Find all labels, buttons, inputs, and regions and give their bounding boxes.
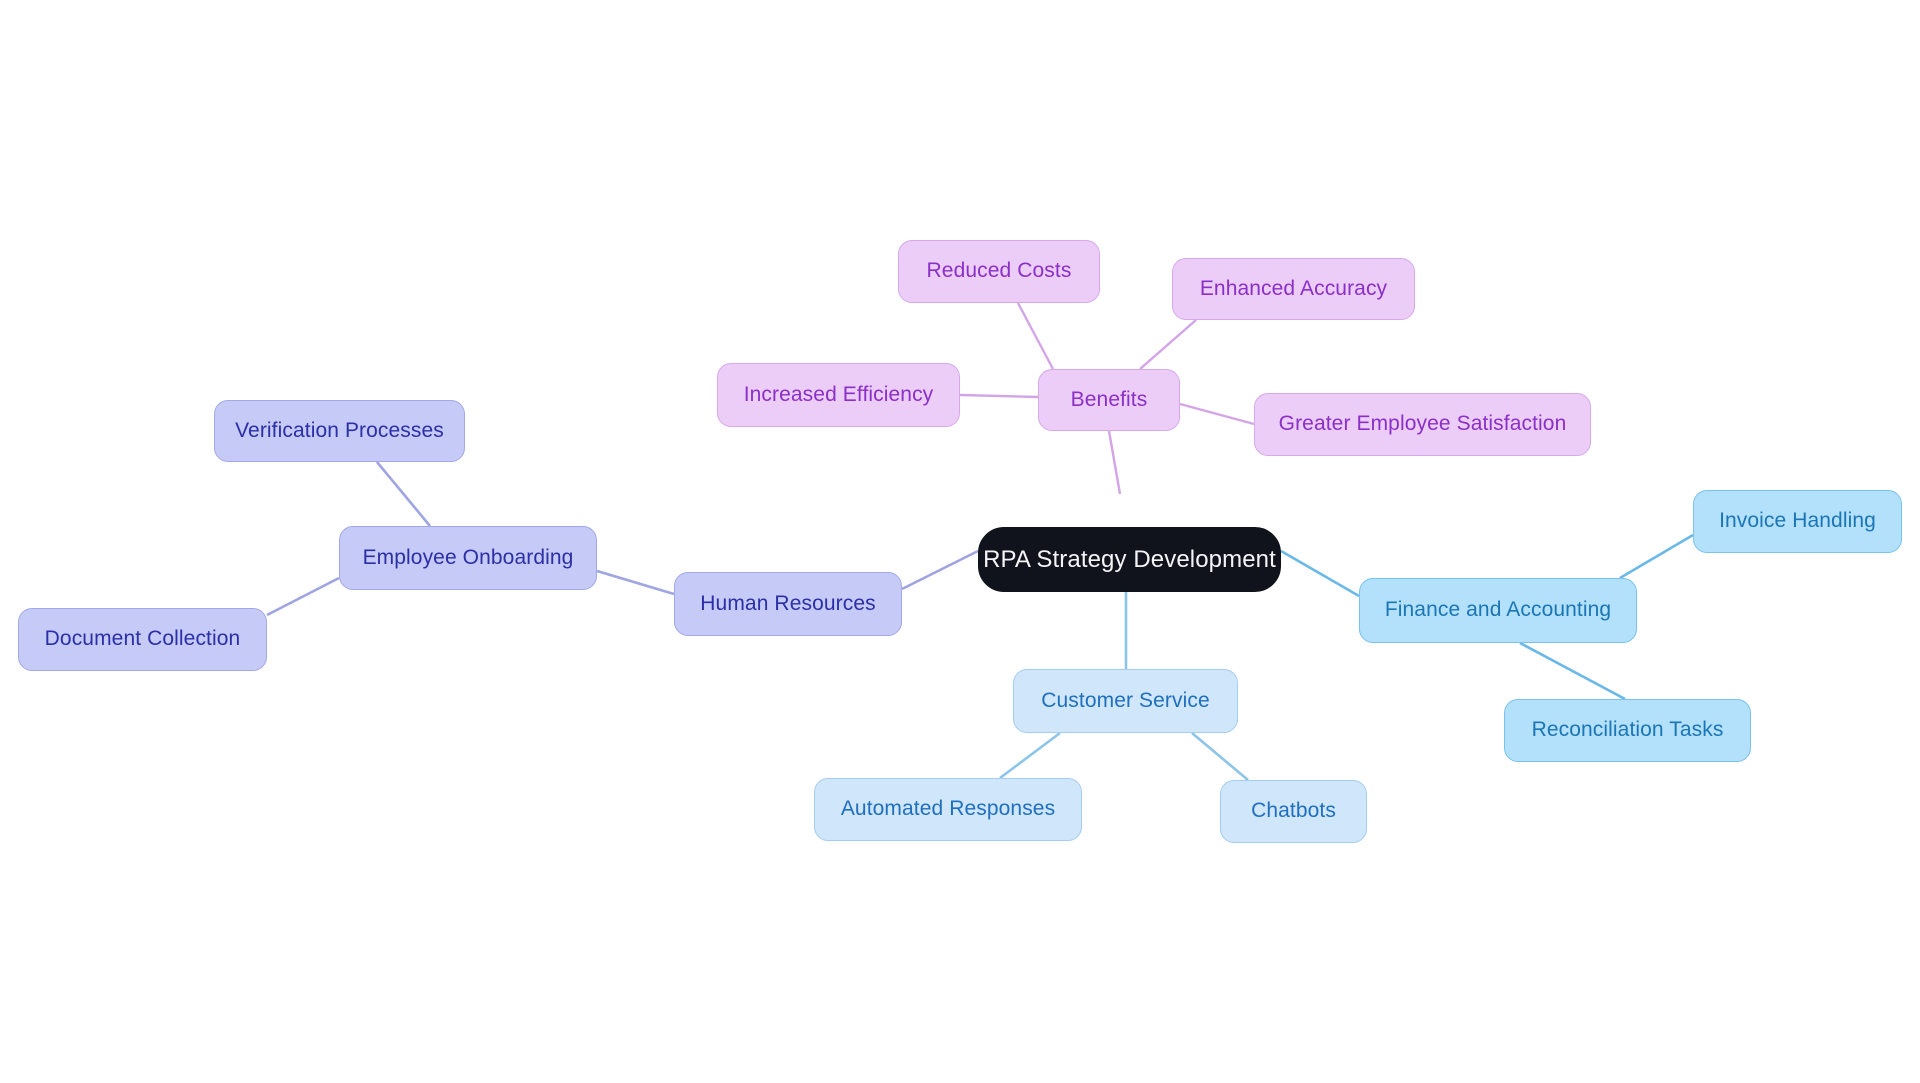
node-leaf-reduced-costs-label: Reduced Costs (926, 259, 1072, 283)
node-branch-benefits[interactable]: Benefits (1038, 369, 1180, 431)
node-leaf-reconciliation-tasks-label: Reconciliation Tasks (1531, 718, 1724, 742)
edge-employee-onboarding-verification-processes (375, 461, 432, 527)
node-branch-finance-and-accounting[interactable]: Finance and Accounting (1359, 578, 1637, 643)
edge-root-benefits (1107, 430, 1122, 495)
node-leaf-greater-employee-satisfaction-label: Greater Employee Satisfaction (1278, 412, 1567, 436)
edge-benefits-reduced-costs (1016, 302, 1055, 370)
node-branch-human-resources-label: Human Resources (700, 591, 876, 615)
node-branch-customer-service-label: Customer Service (1041, 688, 1210, 712)
node-leaf-verification-processes[interactable]: Verification Processes (214, 400, 465, 462)
node-leaf-document-collection[interactable]: Document Collection (18, 608, 267, 671)
node-leaf-chatbots-label: Chatbots (1251, 799, 1336, 823)
mindmap-canvas: RPA Strategy Development Benefits Reduce… (0, 0, 1920, 1083)
node-branch-customer-service[interactable]: Customer Service (1013, 669, 1238, 733)
node-branch-benefits-label: Benefits (1070, 387, 1148, 411)
node-leaf-reduced-costs[interactable]: Reduced Costs (898, 240, 1100, 303)
edge-benefits-increased-efficiency (959, 393, 1039, 399)
node-branch-human-resources[interactable]: Human Resources (674, 572, 902, 636)
edge-layer (266, 302, 1694, 781)
edge-benefits-greater-employee-satisfaction (1179, 402, 1255, 426)
node-leaf-reconciliation-tasks[interactable]: Reconciliation Tasks (1504, 699, 1751, 762)
node-root-rpa-strategy-development[interactable]: RPA Strategy Development (978, 527, 1281, 592)
edge-customer-service-chatbots (1191, 732, 1249, 781)
node-leaf-enhanced-accuracy-label: Enhanced Accuracy (1199, 276, 1388, 300)
edge-human-resources-employee-onboarding (596, 569, 675, 596)
node-leaf-invoice-handling-label: Invoice Handling (1719, 509, 1876, 533)
edge-root-human-resources (901, 549, 979, 591)
node-branch-finance-and-accounting-label: Finance and Accounting (1384, 598, 1612, 622)
node-leaf-automated-responses-label: Automated Responses (840, 797, 1056, 821)
edge-finance-and-accounting-invoice-handling (1619, 533, 1694, 580)
edge-customer-service-automated-responses (999, 731, 1061, 780)
node-leaf-increased-efficiency-label: Increased Efficiency (743, 382, 934, 406)
node-leaf-automated-responses[interactable]: Automated Responses (814, 778, 1082, 841)
edge-root-finance-and-accounting (1280, 549, 1360, 598)
node-leaf-enhanced-accuracy[interactable]: Enhanced Accuracy (1172, 258, 1415, 320)
edge-finance-and-accounting-reconciliation-tasks (1519, 641, 1626, 701)
node-leaf-increased-efficiency[interactable]: Increased Efficiency (717, 363, 960, 427)
node-leaf-chatbots[interactable]: Chatbots (1220, 780, 1367, 843)
edge-benefits-enhanced-accuracy (1139, 319, 1197, 370)
node-root-label: RPA Strategy Development (983, 545, 1276, 573)
node-sub-employee-onboarding[interactable]: Employee Onboarding (339, 526, 597, 590)
node-leaf-greater-employee-satisfaction[interactable]: Greater Employee Satisfaction (1254, 393, 1591, 456)
node-sub-employee-onboarding-label: Employee Onboarding (362, 545, 574, 569)
node-leaf-document-collection-label: Document Collection (44, 627, 241, 651)
node-leaf-invoice-handling[interactable]: Invoice Handling (1693, 490, 1902, 553)
edge-employee-onboarding-document-collection (266, 576, 340, 617)
node-leaf-verification-processes-label: Verification Processes (235, 418, 444, 442)
